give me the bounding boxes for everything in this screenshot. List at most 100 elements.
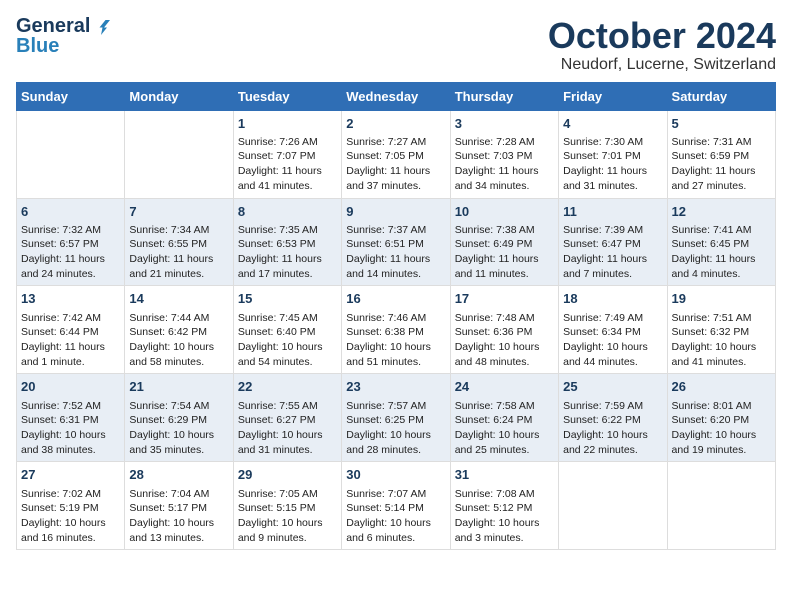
- day-info: Daylight: 11 hours and 31 minutes.: [563, 164, 662, 193]
- day-number: 27: [21, 466, 120, 484]
- day-number: 21: [129, 378, 228, 396]
- calendar-cell: 7Sunrise: 7:34 AMSunset: 6:55 PMDaylight…: [125, 198, 233, 286]
- calendar-cell: 13Sunrise: 7:42 AMSunset: 6:44 PMDayligh…: [17, 286, 125, 374]
- day-info: Sunrise: 7:35 AM: [238, 223, 337, 238]
- day-info: Sunset: 6:31 PM: [21, 413, 120, 428]
- day-info: Sunrise: 7:57 AM: [346, 399, 445, 414]
- calendar-cell: 24Sunrise: 7:58 AMSunset: 6:24 PMDayligh…: [450, 374, 558, 462]
- day-number: 10: [455, 203, 554, 221]
- day-info: Sunset: 6:59 PM: [672, 149, 771, 164]
- day-info: Sunrise: 7:30 AM: [563, 135, 662, 150]
- day-info: Sunrise: 7:44 AM: [129, 311, 228, 326]
- day-number: 26: [672, 378, 771, 396]
- day-number: 2: [346, 115, 445, 133]
- calendar-row: 27Sunrise: 7:02 AMSunset: 5:19 PMDayligh…: [17, 462, 776, 550]
- calendar-cell: 15Sunrise: 7:45 AMSunset: 6:40 PMDayligh…: [233, 286, 341, 374]
- calendar-body: 1Sunrise: 7:26 AMSunset: 7:07 PMDaylight…: [17, 110, 776, 550]
- calendar-cell: 16Sunrise: 7:46 AMSunset: 6:38 PMDayligh…: [342, 286, 450, 374]
- logo-general-text: General: [16, 16, 90, 36]
- day-info: Sunrise: 7:02 AM: [21, 487, 120, 502]
- day-info: Sunrise: 7:34 AM: [129, 223, 228, 238]
- day-info: Daylight: 10 hours and 3 minutes.: [455, 516, 554, 545]
- day-info: Sunrise: 7:32 AM: [21, 223, 120, 238]
- day-info: Daylight: 10 hours and 13 minutes.: [129, 516, 228, 545]
- day-number: 7: [129, 203, 228, 221]
- day-info: Sunrise: 7:07 AM: [346, 487, 445, 502]
- day-info: Sunrise: 7:58 AM: [455, 399, 554, 414]
- day-info: Sunset: 5:12 PM: [455, 501, 554, 516]
- calendar-cell: 29Sunrise: 7:05 AMSunset: 5:15 PMDayligh…: [233, 462, 341, 550]
- title-block: October 2024 Neudorf, Lucerne, Switzerla…: [548, 16, 776, 74]
- day-info: Sunrise: 8:01 AM: [672, 399, 771, 414]
- calendar-cell: 5Sunrise: 7:31 AMSunset: 6:59 PMDaylight…: [667, 110, 775, 198]
- day-number: 4: [563, 115, 662, 133]
- day-number: 6: [21, 203, 120, 221]
- day-info: Daylight: 10 hours and 28 minutes.: [346, 428, 445, 457]
- calendar-cell: 25Sunrise: 7:59 AMSunset: 6:22 PMDayligh…: [559, 374, 667, 462]
- day-number: 29: [238, 466, 337, 484]
- day-number: 23: [346, 378, 445, 396]
- day-info: Sunset: 6:29 PM: [129, 413, 228, 428]
- calendar-cell: 26Sunrise: 8:01 AMSunset: 6:20 PMDayligh…: [667, 374, 775, 462]
- day-info: Sunset: 6:34 PM: [563, 325, 662, 340]
- day-info: Sunset: 6:36 PM: [455, 325, 554, 340]
- calendar-cell: [125, 110, 233, 198]
- day-info: Daylight: 11 hours and 7 minutes.: [563, 252, 662, 281]
- day-info: Sunset: 6:55 PM: [129, 237, 228, 252]
- day-number: 18: [563, 290, 662, 308]
- day-number: 3: [455, 115, 554, 133]
- day-number: 13: [21, 290, 120, 308]
- day-info: Sunrise: 7:45 AM: [238, 311, 337, 326]
- logo-blue-text: Blue: [16, 36, 59, 56]
- calendar-cell: 3Sunrise: 7:28 AMSunset: 7:03 PMDaylight…: [450, 110, 558, 198]
- day-number: 17: [455, 290, 554, 308]
- day-info: Daylight: 10 hours and 9 minutes.: [238, 516, 337, 545]
- page-header: General Blue October 2024 Neudorf, Lucer…: [16, 16, 776, 74]
- day-number: 15: [238, 290, 337, 308]
- header-day: Wednesday: [342, 82, 450, 110]
- calendar-cell: 22Sunrise: 7:55 AMSunset: 6:27 PMDayligh…: [233, 374, 341, 462]
- day-info: Sunset: 6:25 PM: [346, 413, 445, 428]
- calendar-cell: 2Sunrise: 7:27 AMSunset: 7:05 PMDaylight…: [342, 110, 450, 198]
- day-number: 28: [129, 466, 228, 484]
- header-day: Thursday: [450, 82, 558, 110]
- day-info: Daylight: 10 hours and 31 minutes.: [238, 428, 337, 457]
- day-number: 19: [672, 290, 771, 308]
- day-info: Sunrise: 7:55 AM: [238, 399, 337, 414]
- calendar-cell: 1Sunrise: 7:26 AMSunset: 7:07 PMDaylight…: [233, 110, 341, 198]
- calendar-cell: 6Sunrise: 7:32 AMSunset: 6:57 PMDaylight…: [17, 198, 125, 286]
- calendar-cell: 21Sunrise: 7:54 AMSunset: 6:29 PMDayligh…: [125, 374, 233, 462]
- day-number: 1: [238, 115, 337, 133]
- day-info: Sunrise: 7:27 AM: [346, 135, 445, 150]
- day-info: Sunrise: 7:52 AM: [21, 399, 120, 414]
- day-info: Sunset: 6:24 PM: [455, 413, 554, 428]
- calendar-cell: 19Sunrise: 7:51 AMSunset: 6:32 PMDayligh…: [667, 286, 775, 374]
- day-info: Daylight: 11 hours and 34 minutes.: [455, 164, 554, 193]
- day-info: Sunset: 5:19 PM: [21, 501, 120, 516]
- day-info: Sunrise: 7:59 AM: [563, 399, 662, 414]
- logo-icon: [92, 17, 110, 35]
- day-info: Daylight: 10 hours and 6 minutes.: [346, 516, 445, 545]
- day-info: Daylight: 10 hours and 16 minutes.: [21, 516, 120, 545]
- calendar-cell: 27 Sunrise: 7:02 AMSunset: 5:19 PMDayligh…: [17, 462, 125, 550]
- calendar-cell: 11Sunrise: 7:39 AMSunset: 6:47 PMDayligh…: [559, 198, 667, 286]
- calendar-row: 13Sunrise: 7:42 AMSunset: 6:44 PMDayligh…: [17, 286, 776, 374]
- calendar-cell: 20Sunrise: 7:52 AMSunset: 6:31 PMDayligh…: [17, 374, 125, 462]
- day-info: Sunset: 6:49 PM: [455, 237, 554, 252]
- calendar-cell: 10Sunrise: 7:38 AMSunset: 6:49 PMDayligh…: [450, 198, 558, 286]
- day-info: Daylight: 10 hours and 58 minutes.: [129, 340, 228, 369]
- day-number: 16: [346, 290, 445, 308]
- location: Neudorf, Lucerne, Switzerland: [548, 56, 776, 74]
- calendar-cell: 17Sunrise: 7:48 AMSunset: 6:36 PMDayligh…: [450, 286, 558, 374]
- day-info: Sunrise: 7:48 AM: [455, 311, 554, 326]
- day-info: Daylight: 11 hours and 37 minutes.: [346, 164, 445, 193]
- calendar-cell: [559, 462, 667, 550]
- day-info: Daylight: 11 hours and 27 minutes.: [672, 164, 771, 193]
- day-info: Daylight: 11 hours and 1 minute.: [21, 340, 120, 369]
- day-number: 20: [21, 378, 120, 396]
- day-info: Sunset: 6:53 PM: [238, 237, 337, 252]
- calendar-table: SundayMondayTuesdayWednesdayThursdayFrid…: [16, 82, 776, 551]
- day-info: Sunset: 5:17 PM: [129, 501, 228, 516]
- day-info: Sunset: 7:01 PM: [563, 149, 662, 164]
- calendar-cell: 12Sunrise: 7:41 AMSunset: 6:45 PMDayligh…: [667, 198, 775, 286]
